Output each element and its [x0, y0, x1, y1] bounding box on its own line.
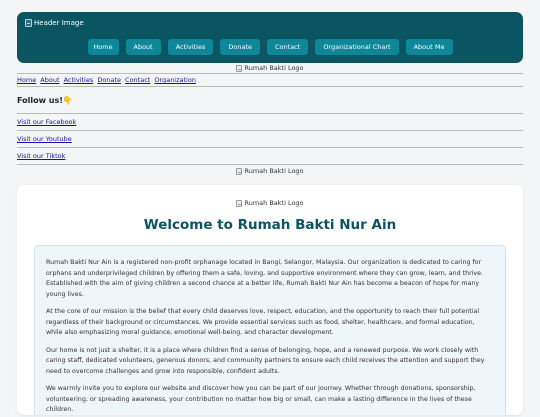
link-donate[interactable]: Donate: [97, 76, 121, 84]
logo-alt: Rumah Bakti Logo: [244, 64, 304, 72]
youtube-link[interactable]: Visit our Youtube: [17, 135, 72, 143]
broken-image-icon: [236, 167, 243, 175]
link-home[interactable]: Home: [17, 76, 36, 84]
logo-image: Rumah Bakti Logo: [0, 166, 540, 176]
header-image-alt: Header Image: [34, 19, 84, 27]
link-about[interactable]: About: [40, 76, 59, 84]
nav-home[interactable]: Home: [87, 39, 119, 55]
social-tiktok-row: Visit our Tiktok: [17, 148, 523, 164]
tiktok-link[interactable]: Visit our Tiktok: [17, 152, 65, 160]
nav-organizational-chart[interactable]: Organizational Chart: [315, 39, 399, 55]
nav-about[interactable]: About: [125, 39, 161, 55]
link-activities[interactable]: Activities: [64, 76, 94, 84]
follow-heading: Follow us!👇: [17, 96, 73, 105]
facebook-link[interactable]: Visit our Facebook: [17, 118, 76, 126]
nav-donate[interactable]: Donate: [220, 39, 261, 55]
link-organization[interactable]: Organization: [154, 76, 196, 84]
header-image: Header Image: [25, 19, 84, 27]
nav-contact[interactable]: Contact: [267, 39, 309, 55]
paragraph: Rumah Bakti Nur Ain is a registered non-…: [46, 259, 484, 298]
paragraph: Our home is not just a shelter, it is a …: [46, 346, 485, 375]
text-nav: Home About Activities Donate Contact Org…: [17, 74, 523, 86]
logo-alt: Rumah Bakti Logo: [244, 199, 304, 207]
logo-image: Rumah Bakti Logo: [0, 63, 540, 73]
paragraph: We warmly invite you to explore our webs…: [46, 385, 476, 413]
paragraph: At the core of our mission is the belief…: [46, 308, 480, 336]
site-header: Header Image Home About Activities Donat…: [17, 12, 523, 63]
about-content: Rumah Bakti Nur Ain is a registered non-…: [34, 245, 506, 415]
page-title: Welcome to Rumah Bakti Nur Ain: [143, 217, 397, 233]
broken-image-icon: [25, 19, 32, 27]
nav-activities[interactable]: Activities: [167, 39, 214, 55]
broken-image-icon: [236, 64, 243, 72]
social-facebook-row: Visit our Facebook: [17, 114, 523, 130]
broken-image-icon: [236, 199, 243, 207]
logo-alt: Rumah Bakti Logo: [244, 167, 304, 175]
main-nav: Home About Activities Donate Contact Org…: [17, 39, 523, 55]
link-contact[interactable]: Contact: [125, 76, 150, 84]
divider: [17, 164, 523, 165]
social-youtube-row: Visit our Youtube: [17, 131, 523, 147]
logo-image: Rumah Bakti Logo: [17, 198, 523, 208]
nav-about-me[interactable]: About Me: [405, 39, 453, 55]
welcome-card: Rumah Bakti Logo Welcome to Rumah Bakti …: [17, 185, 523, 415]
